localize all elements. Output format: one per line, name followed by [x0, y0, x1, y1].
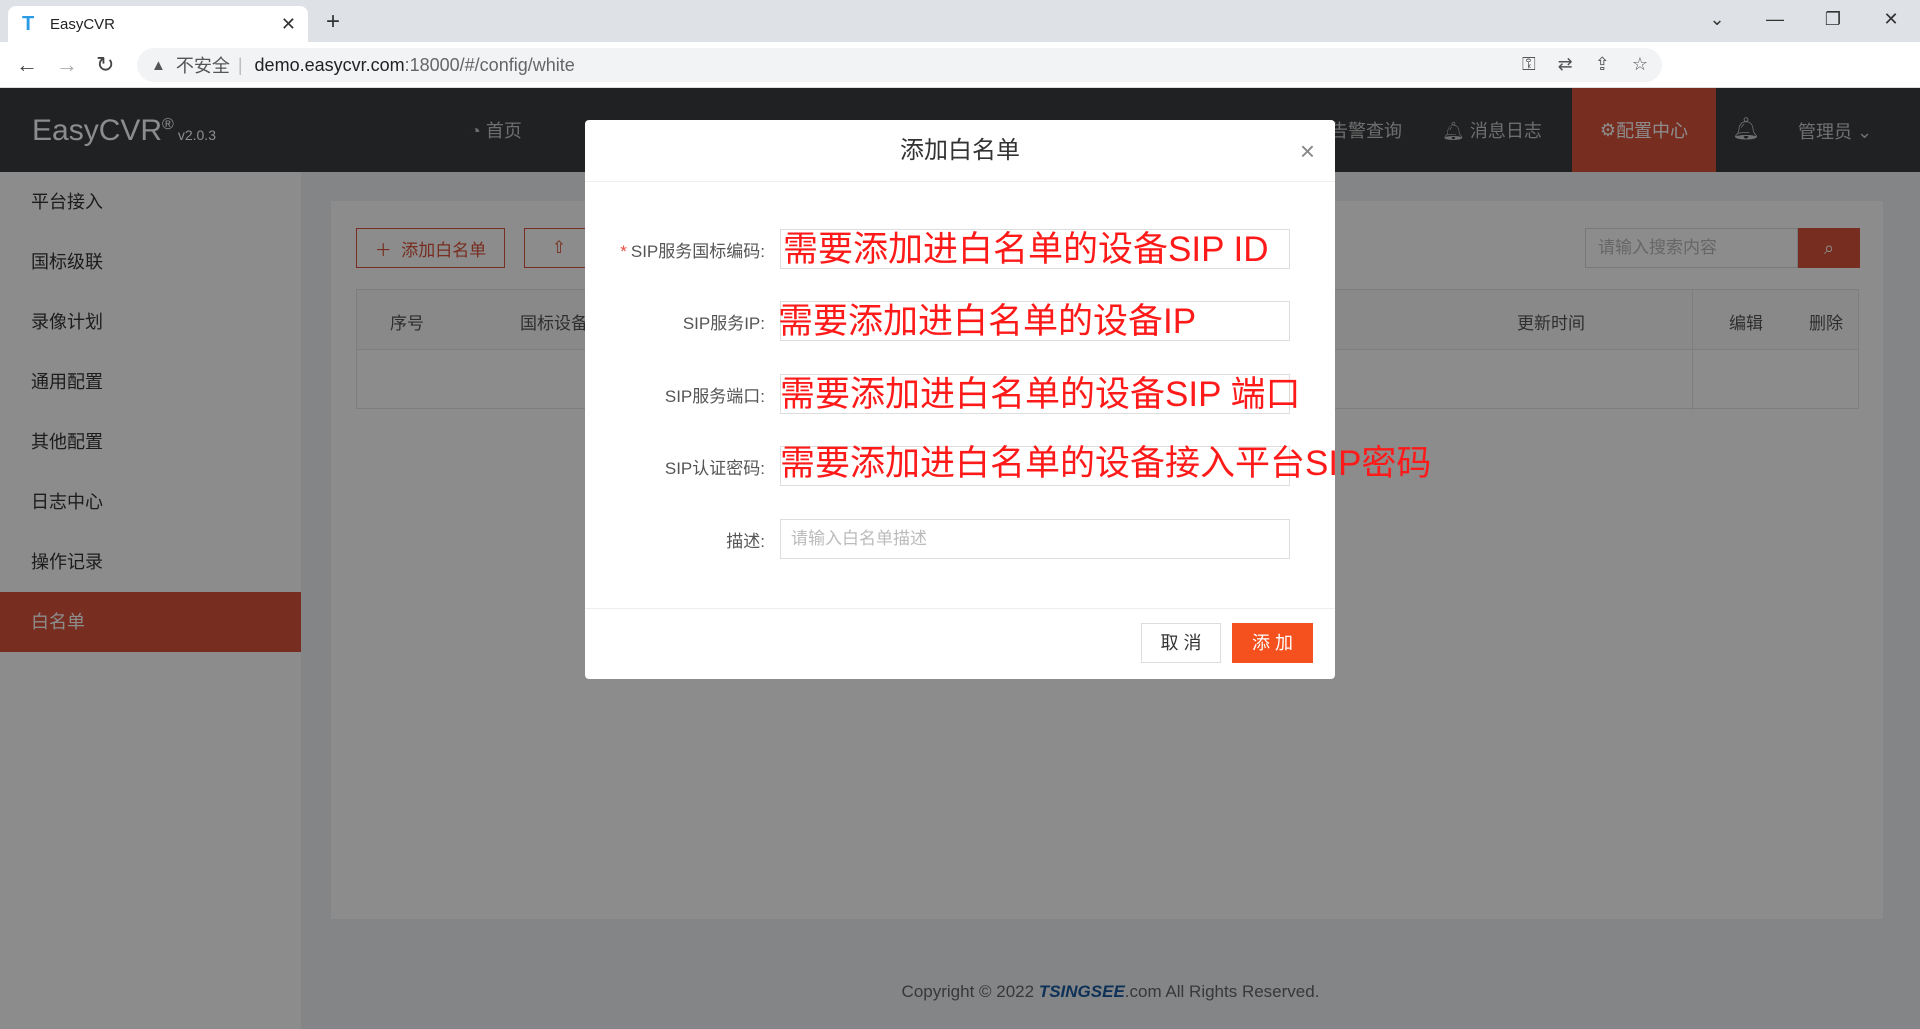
url-path: :18000/#/config/white: [404, 54, 575, 75]
url-host: demo.easycvr.com: [254, 54, 405, 75]
new-tab-icon[interactable]: +: [326, 8, 340, 36]
sip-ip-label: SIP服务IP:: [682, 314, 765, 333]
easycvr-favicon-icon: T: [22, 13, 35, 35]
forward-icon[interactable]: →: [56, 52, 78, 78]
insecure-label: 不安全: [175, 56, 230, 76]
close-tab-icon[interactable]: ✕: [281, 14, 296, 35]
description-input[interactable]: 请输入白名单描述: [780, 519, 1290, 559]
sip-id-label: * SIP服务国标编码:: [620, 242, 765, 261]
description-row: 描述: 请输入白名单描述: [585, 519, 1335, 559]
browser-tabstrip: T EasyCVR ✕ + ⌄ — ❐ ✕: [0, 0, 1920, 42]
key-icon[interactable]: ⚿: [1522, 54, 1536, 75]
share-icon[interactable]: ⇪: [1595, 54, 1610, 75]
dialog-close-icon[interactable]: ×: [1300, 120, 1315, 182]
cancel-button[interactable]: 取 消: [1141, 623, 1221, 663]
add-button[interactable]: 添 加: [1232, 623, 1313, 663]
tab-title: EasyCVR: [50, 15, 116, 33]
dialog-title: 添加白名单 ×: [585, 120, 1335, 182]
annotation-sip-id: 需要添加进白名单的设备SIP ID: [783, 230, 1269, 269]
sip-port-label: SIP服务端口:: [664, 387, 765, 406]
add-whitelist-dialog: 添加白名单 × * SIP服务国标编码: SIP服务IP: SIP服务端口: SI…: [585, 120, 1431, 679]
annotation-sip-port: 需要添加进白名单的设备SIP 端口: [780, 375, 1301, 414]
translate-icon[interactable]: ⇄: [1558, 54, 1573, 75]
bookmark-star-icon[interactable]: ☆: [1632, 54, 1648, 75]
browser-tab[interactable]: T EasyCVR ✕: [8, 6, 308, 42]
sip-password-label: SIP认证密码:: [664, 459, 765, 478]
warning-icon: ▲: [151, 56, 166, 74]
annotation-sip-ip: 需要添加进白名单的设备IP: [778, 302, 1197, 341]
dialog-footer: 取 消 添 加: [585, 608, 1335, 679]
restore-icon[interactable]: ❐: [1804, 0, 1862, 40]
description-label: 描述:: [726, 532, 765, 551]
reload-icon[interactable]: ↻: [96, 52, 114, 78]
tab-search-icon[interactable]: ⌄: [1688, 0, 1746, 40]
minimize-icon[interactable]: —: [1746, 0, 1804, 40]
annotation-sip-password: 需要添加进白名单的设备接入平台SIP密码: [780, 444, 1432, 483]
window-close-icon[interactable]: ✕: [1862, 0, 1920, 40]
address-bar-row: ← → ↻ ▲ 不安全 | demo.easycvr.com :18000/#/…: [0, 42, 1920, 121]
back-icon[interactable]: ←: [16, 52, 38, 78]
url-field[interactable]: ▲ 不安全 | demo.easycvr.com :18000/#/config…: [137, 48, 1662, 82]
